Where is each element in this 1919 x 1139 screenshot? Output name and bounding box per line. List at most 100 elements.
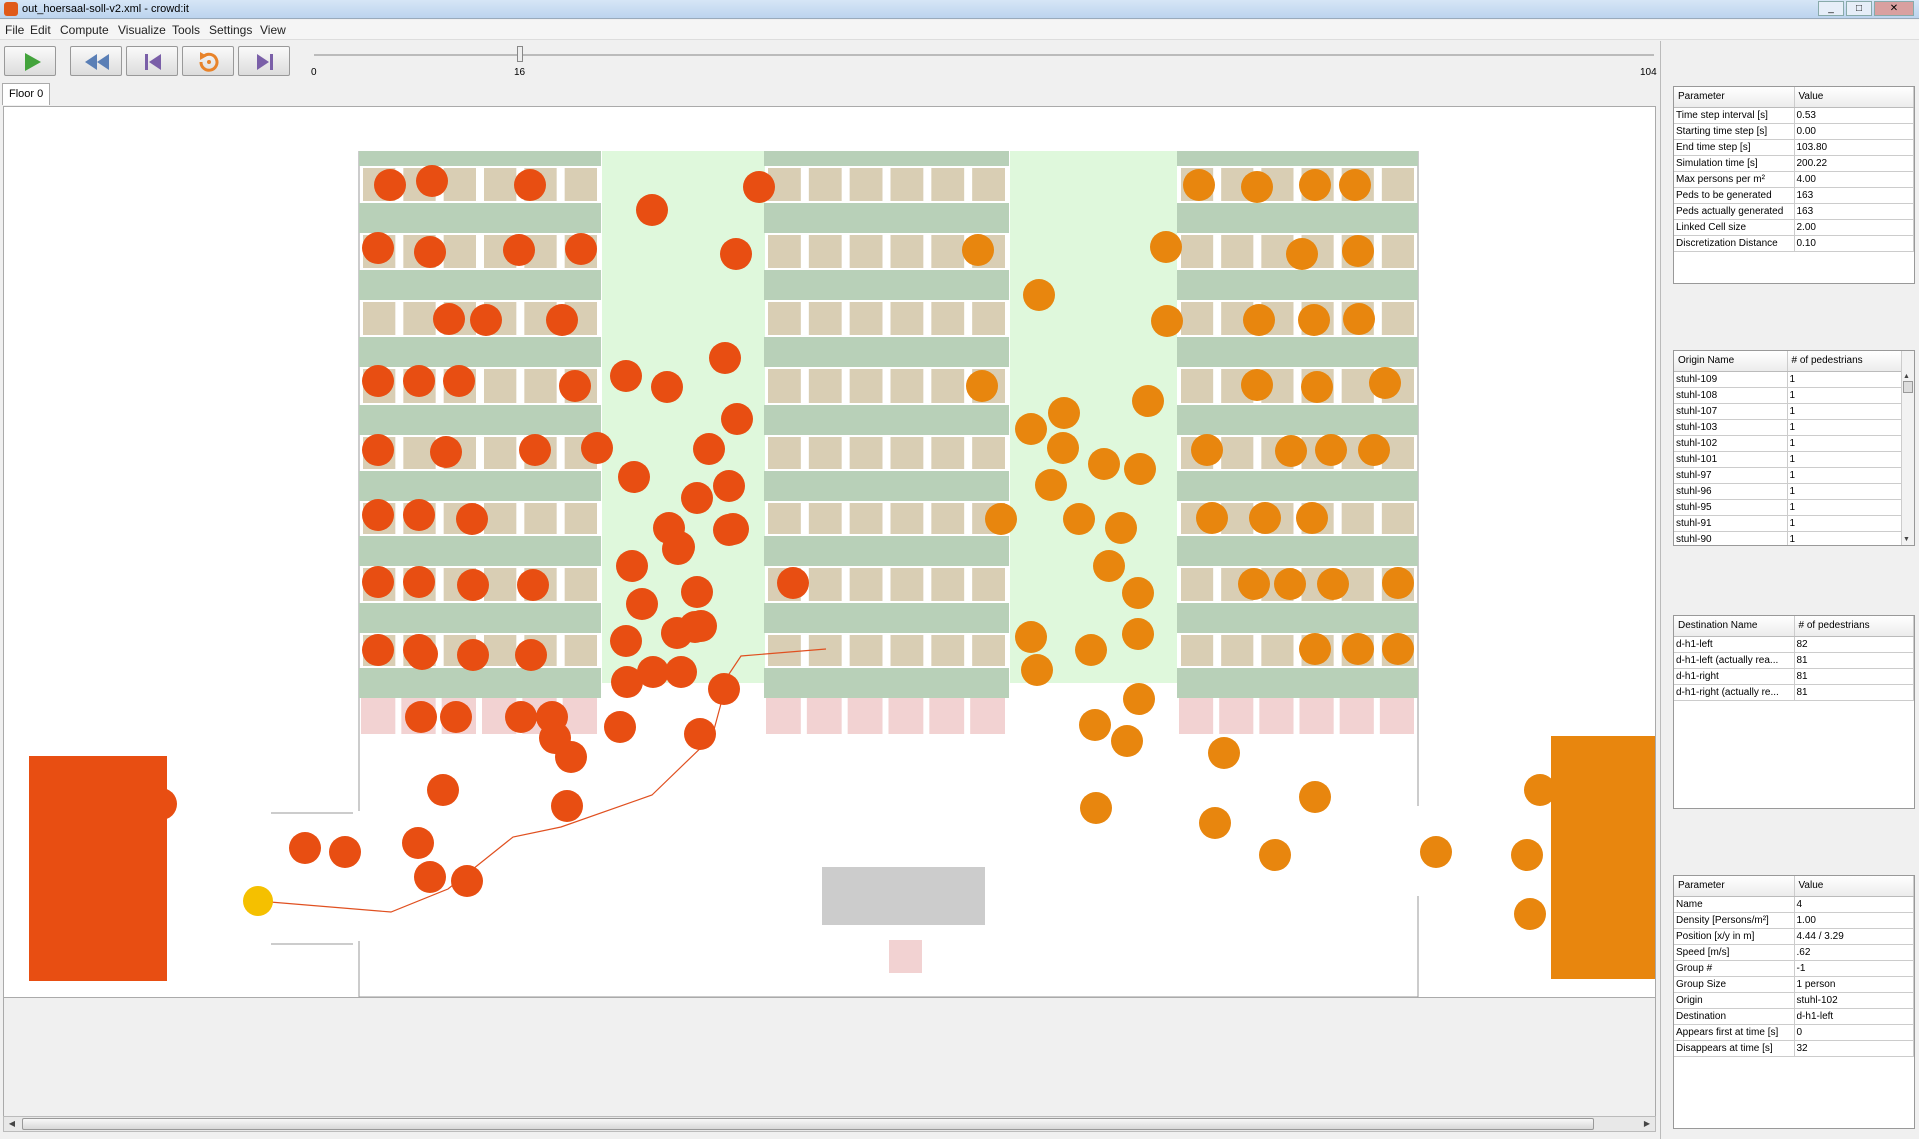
origin-row[interactable]: stuhl-96 1: [1674, 483, 1903, 500]
ped-value-header[interactable]: Value: [1794, 876, 1914, 897]
scroll-right-icon[interactable]: ▶: [1640, 1118, 1654, 1130]
menu-edit[interactable]: Edit: [30, 23, 51, 37]
floor-marker: [766, 698, 801, 734]
ped-param-row[interactable]: Position [x/y in m] 4.44 / 3.29: [1674, 928, 1914, 945]
menu-view[interactable]: View: [260, 23, 286, 37]
horizontal-scrollbar[interactable]: ◀ ▶: [3, 1116, 1656, 1132]
origin-row[interactable]: stuhl-91 1: [1674, 515, 1903, 532]
sim-param-row-value: 103.80: [1794, 139, 1914, 156]
pedestrian-right-group: [1514, 898, 1546, 930]
ped-param-row-label: Group Size: [1674, 976, 1795, 993]
pedestrian-left-group: [514, 169, 546, 201]
ped-param-row-label: Name: [1674, 896, 1795, 913]
timeline-slider[interactable]: [314, 46, 1654, 62]
seat: [931, 635, 965, 666]
origins-scroll-thumb[interactable]: [1903, 381, 1913, 393]
ped-param-row[interactable]: Appears first at time [s] 0: [1674, 1024, 1914, 1041]
origin-row[interactable]: stuhl-90 1: [1674, 531, 1903, 545]
destination-row[interactable]: d-h1-right 81: [1674, 668, 1914, 685]
minimize-button[interactable]: _: [1818, 1, 1844, 16]
pedestrian-left-group: [616, 550, 648, 582]
skip-to-end-button[interactable]: [238, 46, 290, 76]
menu-tools[interactable]: Tools: [172, 23, 200, 37]
pedestrian-left-group: [713, 470, 745, 502]
ped-param-row-label: Density [Persons/m²]: [1674, 912, 1795, 929]
origin-row[interactable]: stuhl-108 1: [1674, 387, 1903, 404]
ped-param-row[interactable]: Group # -1: [1674, 960, 1914, 977]
floor-plan-canvas[interactable]: [4, 107, 1658, 998]
param-header[interactable]: Parameter: [1674, 87, 1795, 108]
sim-param-row[interactable]: Time step interval [s] 0.53: [1674, 107, 1914, 124]
ped-param-row[interactable]: Destination d-h1-left: [1674, 1008, 1914, 1025]
origin-row[interactable]: stuhl-109 1: [1674, 371, 1903, 388]
destination-name-header[interactable]: Destination Name: [1674, 616, 1795, 637]
origin-row[interactable]: stuhl-107 1: [1674, 403, 1903, 420]
origin-row[interactable]: stuhl-103 1: [1674, 419, 1903, 436]
timeline-thumb[interactable]: [517, 46, 523, 62]
pedestrian-params-table: Parameter Value Name 4 Density [Persons/m²…: [1674, 876, 1914, 1057]
horizontal-scroll-thumb[interactable]: [22, 1118, 1594, 1130]
menu-file[interactable]: File: [5, 23, 24, 37]
origin-row[interactable]: stuhl-102 1: [1674, 435, 1903, 452]
ped-param-header[interactable]: Parameter: [1674, 876, 1795, 897]
seat: [564, 168, 597, 201]
scroll-left-icon[interactable]: ◀: [5, 1118, 19, 1130]
ped-param-row-value: 4: [1794, 896, 1914, 913]
rewind-button[interactable]: [70, 46, 122, 76]
sim-param-row[interactable]: Peds to be generated 163: [1674, 187, 1914, 204]
origins-scrollbar[interactable]: ▲ ▼: [1901, 351, 1914, 545]
ped-param-row[interactable]: Group Size 1 person: [1674, 976, 1914, 993]
floor-marker: [888, 698, 924, 734]
ped-param-row[interactable]: Disappears at time [s] 32: [1674, 1040, 1914, 1057]
ped-param-row[interactable]: Name 4: [1674, 896, 1914, 913]
origin-row[interactable]: stuhl-101 1: [1674, 451, 1903, 468]
destination-row[interactable]: d-h1-left (actually rea... 81: [1674, 652, 1914, 669]
close-button[interactable]: ✕: [1874, 1, 1914, 16]
ped-param-row[interactable]: Origin stuhl-102: [1674, 992, 1914, 1009]
origin-name-header[interactable]: Origin Name: [1674, 351, 1788, 372]
destination-count-header[interactable]: # of pedestrians: [1794, 616, 1914, 637]
destination-row[interactable]: d-h1-right (actually re... 81: [1674, 684, 1914, 701]
seat: [849, 437, 883, 469]
value-header[interactable]: Value: [1794, 87, 1914, 108]
pedestrian-left-group: [626, 588, 658, 620]
menu-settings[interactable]: Settings: [209, 23, 252, 37]
origin-row-label: stuhl-103: [1674, 419, 1788, 436]
destination-row[interactable]: d-h1-left 82: [1674, 636, 1914, 653]
sim-param-row[interactable]: Simulation time [s] 200.22: [1674, 155, 1914, 172]
floor-marker: [847, 698, 883, 734]
pedestrian-right-group: [1088, 448, 1120, 480]
sim-param-row[interactable]: Discretization Distance 0.10: [1674, 235, 1914, 252]
ped-param-row-value: 4.44 / 3.29: [1794, 928, 1914, 945]
sim-param-row[interactable]: Linked Cell size 2.00: [1674, 219, 1914, 236]
pedestrian-left-group: [403, 499, 435, 531]
simulation-viewport[interactable]: [3, 106, 1658, 998]
tab-floor-0[interactable]: Floor 0: [2, 83, 51, 105]
pedestrian-left-group: [709, 342, 741, 374]
seat: [1181, 568, 1214, 601]
origin-row-value: 1: [1787, 483, 1903, 500]
skip-to-start-button[interactable]: [126, 46, 178, 76]
pedestrian-left-group: [427, 774, 459, 806]
seat-row-bench: [359, 337, 601, 367]
pedestrian-left-group: [604, 711, 636, 743]
menu-visualize[interactable]: Visualize: [118, 23, 166, 37]
pedestrian-right-group: [1124, 453, 1156, 485]
maximize-button[interactable]: □: [1846, 1, 1872, 16]
seat-row-bench: [1177, 337, 1418, 367]
origin-row[interactable]: stuhl-95 1: [1674, 499, 1903, 516]
ped-param-row[interactable]: Speed [m/s] .62: [1674, 944, 1914, 961]
reload-button[interactable]: [182, 46, 234, 76]
sim-param-row[interactable]: Peds actually generated 163: [1674, 203, 1914, 220]
scroll-down-icon[interactable]: ▼: [1903, 536, 1910, 543]
pedestrian-right-group: [1183, 169, 1215, 201]
menu-compute[interactable]: Compute: [60, 23, 109, 37]
scroll-up-icon[interactable]: ▲: [1903, 373, 1910, 380]
origin-row[interactable]: stuhl-97 1: [1674, 467, 1903, 484]
ped-param-row[interactable]: Density [Persons/m²] 1.00: [1674, 912, 1914, 929]
play-button[interactable]: [4, 46, 56, 76]
sim-param-row[interactable]: End time step [s] 103.80: [1674, 139, 1914, 156]
sim-param-row[interactable]: Max persons per m² 4.00: [1674, 171, 1914, 188]
sim-param-row[interactable]: Starting time step [s] 0.00: [1674, 123, 1914, 140]
origin-count-header[interactable]: # of pedestrians: [1787, 351, 1903, 372]
